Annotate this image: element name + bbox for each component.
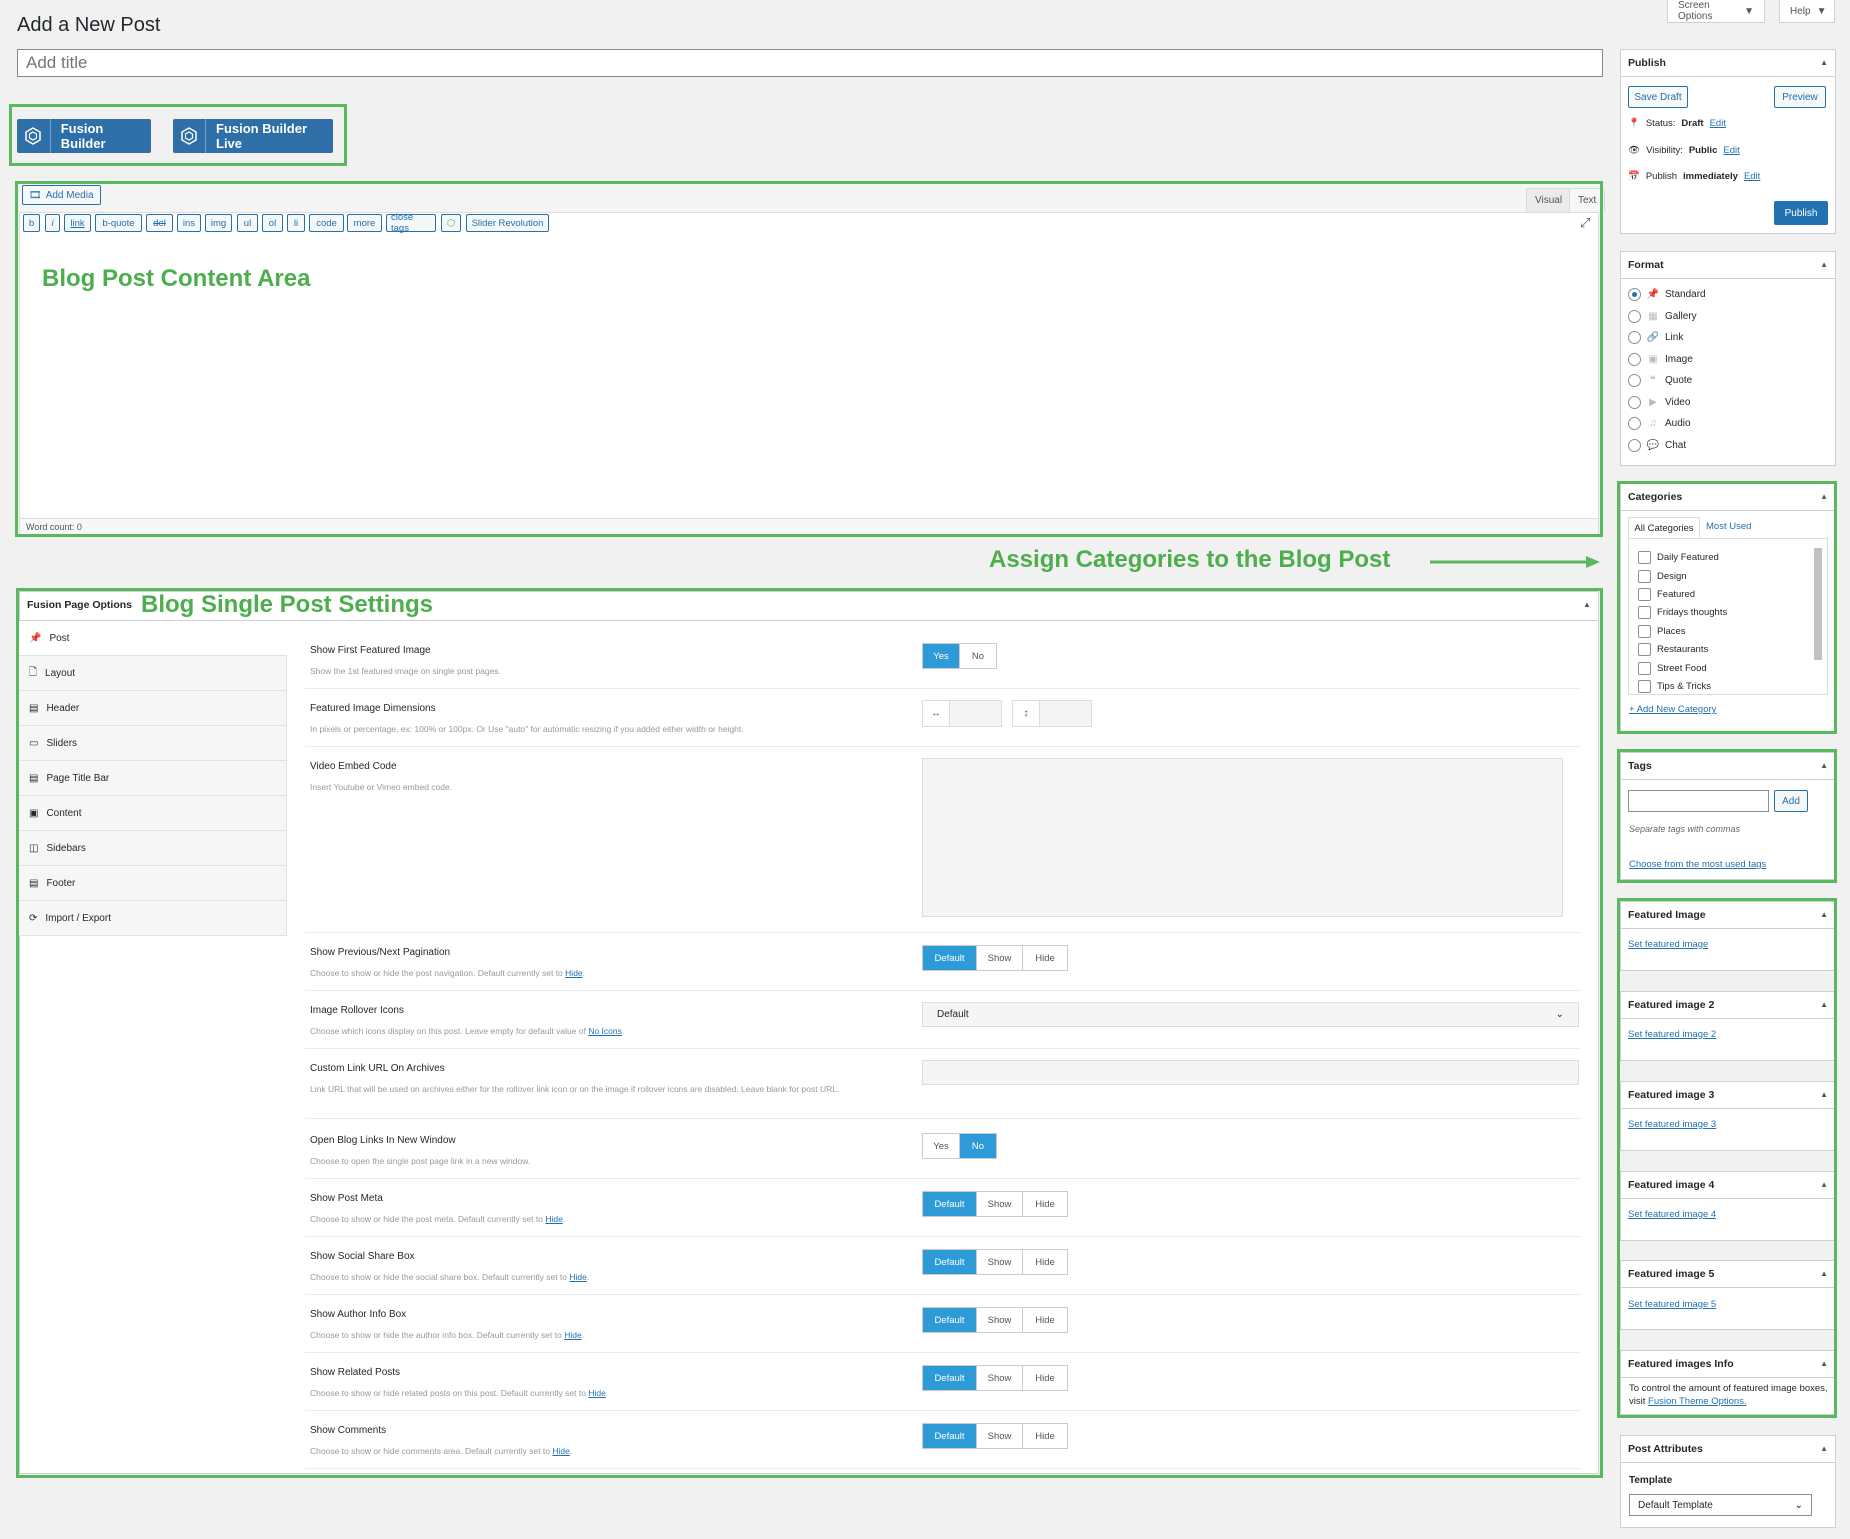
chevron-down-icon: ⌄ [1794,1499,1803,1511]
publish-header: Publish ▲ [1620,49,1836,77]
radio [1628,331,1641,344]
format-standard[interactable]: 📌 Standard [1628,288,1706,301]
format-label: Gallery [1665,311,1697,322]
quote-icon: ❝ [1650,375,1656,386]
screen-options-button[interactable]: Screen Options ▼ [1667,0,1765,23]
format-label: Quote [1665,375,1693,386]
radio [1628,439,1641,452]
fusion-builder-live-label: Fusion Builder Live [216,121,307,151]
schedule-row: 📅 Publish immediately Edit [1628,171,1760,182]
edit-status-link[interactable]: Edit [1710,118,1726,129]
caret-down-icon: ▼ [1816,5,1827,17]
format-video[interactable]: ▶ Video [1628,396,1690,409]
visibility-label: Visibility: [1646,145,1683,156]
gallery-icon: ▦ [1648,311,1658,322]
arrow-right-icon [1430,556,1600,568]
content-area-highlight [15,181,1603,537]
publish-title: Publish [1628,56,1666,69]
help-button[interactable]: Help ▼ [1779,0,1835,23]
video-icon: ▶ [1649,397,1657,408]
preview-button[interactable]: Preview [1774,86,1826,108]
template-select[interactable]: Default Template ⌄ [1629,1494,1812,1516]
image-icon: ▣ [1648,354,1658,365]
eye-icon: 👁 [1628,145,1641,156]
tags-highlight [1617,749,1837,883]
fusion-builder-button[interactable]: Fusion Builder [17,119,151,153]
schedule-label: Publish [1645,171,1678,182]
pin-icon: 📍 [1628,118,1640,129]
format-audio[interactable]: ♫ Audio [1628,417,1691,430]
visibility-value: Public [1688,145,1718,156]
radio [1628,353,1641,366]
fusion-builder-label: Fusion Builder [60,121,106,151]
format-image[interactable]: ▣ Image [1628,353,1693,366]
music-icon: ♫ [1649,418,1657,429]
format-quote[interactable]: ❝ Quote [1628,374,1692,387]
categories-highlight [1617,481,1837,734]
fusion-builder-live-button[interactable]: Fusion Builder Live [173,119,333,153]
collapse-toggle-icon[interactable]: ▲ [1820,58,1828,67]
status-label: Status: [1645,118,1676,129]
fusion-logo-icon [17,119,51,153]
featured-images-highlight [1617,898,1837,1418]
chat-icon: 💬 [1646,440,1660,451]
screen-options-label: Screen Options [1678,0,1713,22]
visibility-row: 👁 Visibility: Public Edit [1628,145,1740,156]
format-label: Video [1665,397,1691,408]
collapse-toggle-icon[interactable]: ▲ [1820,260,1828,269]
radio [1628,374,1641,387]
template-label: Template [1629,1475,1673,1486]
template-value: Default Template [1638,1499,1713,1511]
calendar-icon: 📅 [1628,171,1640,182]
edit-visibility-link[interactable]: Edit [1723,145,1739,156]
radio [1628,288,1641,301]
format-title: Format [1628,258,1664,271]
single-post-highlight [16,588,1603,1478]
format-link[interactable]: 🔗 Link [1628,331,1683,344]
format-label: Chat [1665,440,1687,451]
publish-button[interactable]: Publish [1774,201,1828,225]
fusion-logo-icon [173,119,206,153]
help-label: Help [1790,5,1811,17]
radio [1628,310,1641,323]
annotation-content-area: Blog Post Content Area [42,265,311,292]
page-title: Add a New Post [17,14,161,36]
status-value: Draft [1681,118,1704,129]
radio [1628,417,1641,430]
link-icon: 🔗 [1646,332,1660,343]
save-draft-button[interactable]: Save Draft [1628,86,1688,108]
format-header: Format ▲ [1620,251,1836,279]
format-label: Image [1665,354,1693,365]
post-attributes-header: Post Attributes ▲ [1620,1435,1836,1463]
status-row: 📍 Status: Draft Edit [1628,118,1726,129]
collapse-toggle-icon[interactable]: ▲ [1820,1444,1828,1453]
post-title-input[interactable] [17,49,1603,77]
format-label: Audio [1665,418,1691,429]
pin-icon: 📌 [1646,289,1660,300]
annotation-categories: Assign Categories to the Blog Post [989,546,1391,573]
edit-schedule-link[interactable]: Edit [1744,171,1760,182]
format-gallery[interactable]: ▦ Gallery [1628,310,1697,323]
format-label: Link [1665,332,1684,343]
caret-down-icon: ▼ [1744,5,1754,17]
schedule-value: immediately [1683,171,1738,182]
post-attributes-title: Post Attributes [1628,1442,1703,1455]
format-chat[interactable]: 💬 Chat [1628,439,1686,452]
radio [1628,396,1641,409]
format-label: Standard [1665,289,1706,300]
